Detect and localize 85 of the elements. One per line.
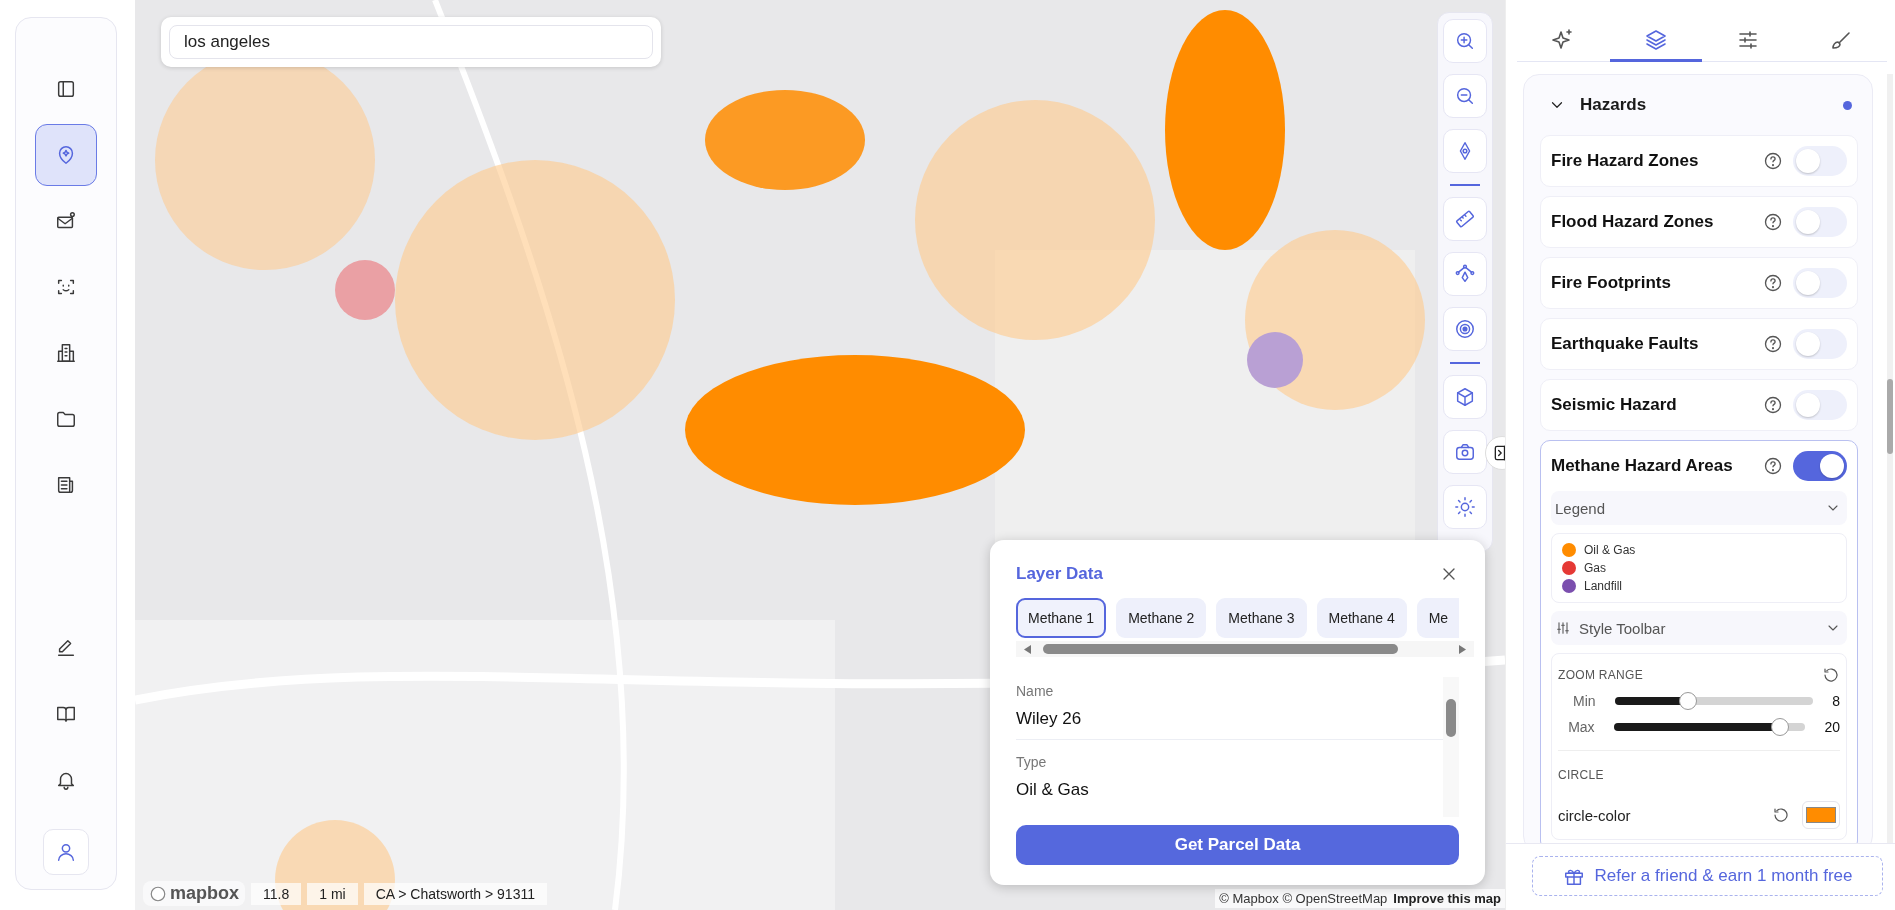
scroll-right-icon[interactable]: [1459, 644, 1466, 654]
layer-name: Methane Hazard Areas: [1551, 456, 1734, 476]
map-tool-button[interactable]: [1443, 307, 1487, 351]
zoom-out-icon: [1454, 85, 1476, 107]
map-tool-button[interactable]: [1443, 197, 1487, 241]
scroll-left-icon[interactable]: [1024, 644, 1031, 654]
layer-toggle[interactable]: [1793, 329, 1847, 359]
layer-name: Fire Hazard Zones: [1551, 151, 1700, 171]
reset-button[interactable]: [1822, 666, 1840, 684]
map-tool-button[interactable]: [1443, 375, 1487, 419]
layer-name: Fire Footprints: [1551, 273, 1672, 293]
panel-scrollbar[interactable]: [1887, 74, 1893, 843]
layer-tab[interactable]: Methane 3: [1216, 598, 1307, 638]
layer-tab[interactable]: Methane 1: [1016, 598, 1107, 638]
reset-icon: [1822, 666, 1840, 684]
layer-toggle[interactable]: [1793, 451, 1847, 481]
property-name: circle-color: [1558, 806, 1632, 824]
help-icon: [1763, 456, 1783, 476]
help-icon: [1763, 395, 1783, 415]
map-tool-button[interactable]: [1443, 129, 1487, 173]
map-tool-button[interactable]: [1443, 74, 1487, 118]
slider-value: 8: [1832, 693, 1840, 709]
layer-name: Earthquake Faults: [1551, 334, 1700, 354]
reset-button[interactable]: [1772, 806, 1790, 824]
layer-toggle[interactable]: [1793, 146, 1847, 176]
help-icon: [1763, 334, 1783, 354]
vertical-scrollbar[interactable]: [1443, 677, 1459, 817]
get-parcel-data-button[interactable]: Get Parcel Data: [1016, 825, 1459, 865]
ruler-icon: [1454, 208, 1476, 230]
horizontal-scrollbar[interactable]: [1016, 641, 1474, 657]
mapbox-logo[interactable]: mapbox: [143, 881, 245, 906]
layer-toggle[interactable]: [1793, 268, 1847, 298]
layers-icon: [1643, 27, 1668, 52]
map-tool-button[interactable]: [1443, 430, 1487, 474]
location-breadcrumb: CA > Chatsworth > 91311: [363, 882, 547, 905]
zoom-level: 11.8: [251, 882, 302, 905]
improve-map-link[interactable]: Improve this map: [1393, 891, 1501, 906]
field-value: Oil & Gas: [1016, 780, 1090, 800]
slider-label: Max: [1567, 719, 1595, 735]
field-value: Wiley 26: [1016, 709, 1083, 729]
help-icon: [1763, 212, 1783, 232]
layer-toggle[interactable]: [1793, 390, 1847, 420]
sliders-icon: [1555, 620, 1571, 636]
reset-icon: [1772, 806, 1790, 824]
slider-label: Min: [1572, 693, 1596, 709]
user-icon: [55, 841, 77, 863]
section-title: Hazards: [1580, 95, 1648, 115]
layer-name: Flood Hazard Zones: [1551, 212, 1715, 232]
help-icon: [1763, 151, 1783, 171]
map-tool-button[interactable]: [1443, 252, 1487, 296]
help-icon: [1763, 273, 1783, 293]
cube-icon: [1454, 386, 1476, 408]
field-label: Name: [1016, 683, 1055, 699]
legend-header[interactable]: Legend: [1551, 491, 1847, 525]
legend-label: Landfill: [1584, 579, 1623, 593]
field-label: Type: [1016, 754, 1048, 770]
map-attribution: © Mapbox © OpenStreetMap: [1219, 891, 1388, 906]
search-field[interactable]: los angeles: [169, 25, 653, 59]
map-tool-button[interactable]: [1443, 19, 1487, 63]
building-icon: [55, 342, 77, 364]
section-label: CIRCLE: [1558, 768, 1604, 782]
slider-value: 20: [1824, 719, 1840, 735]
refer-friend-button[interactable]: Refer a friend & earn 1 month free: [1532, 856, 1883, 896]
sun-icon: [1454, 496, 1476, 518]
layer-tab[interactable]: Me: [1416, 598, 1459, 638]
layer-tab[interactable]: Methane 2: [1116, 598, 1207, 638]
legend-label: Gas: [1584, 561, 1606, 575]
section-label: ZOOM RANGE: [1558, 668, 1643, 682]
scale-label: 1 mi: [307, 882, 358, 905]
target-icon: [1454, 318, 1476, 340]
legend-label: Oil & Gas: [1584, 543, 1636, 557]
layer-tab[interactable]: Methane 4: [1316, 598, 1407, 638]
refer-label: Refer a friend & earn 1 month free: [1594, 866, 1853, 886]
layer-name: Seismic Hazard: [1551, 395, 1678, 415]
pencil-icon: [55, 637, 77, 659]
profile-button[interactable]: [43, 829, 89, 875]
map-tool-button[interactable]: [1443, 485, 1487, 529]
popup-title: Layer Data: [1016, 564, 1103, 584]
style-toolbar-header[interactable]: Style Toolbar: [1551, 611, 1847, 645]
camera-icon: [1454, 441, 1476, 463]
zoom-in-icon: [1454, 30, 1476, 52]
color-picker[interactable]: [1802, 801, 1840, 829]
pen-tool-icon: [1454, 263, 1476, 285]
sidebar-panel-icon: [55, 78, 77, 100]
layer-toggle[interactable]: [1793, 207, 1847, 237]
